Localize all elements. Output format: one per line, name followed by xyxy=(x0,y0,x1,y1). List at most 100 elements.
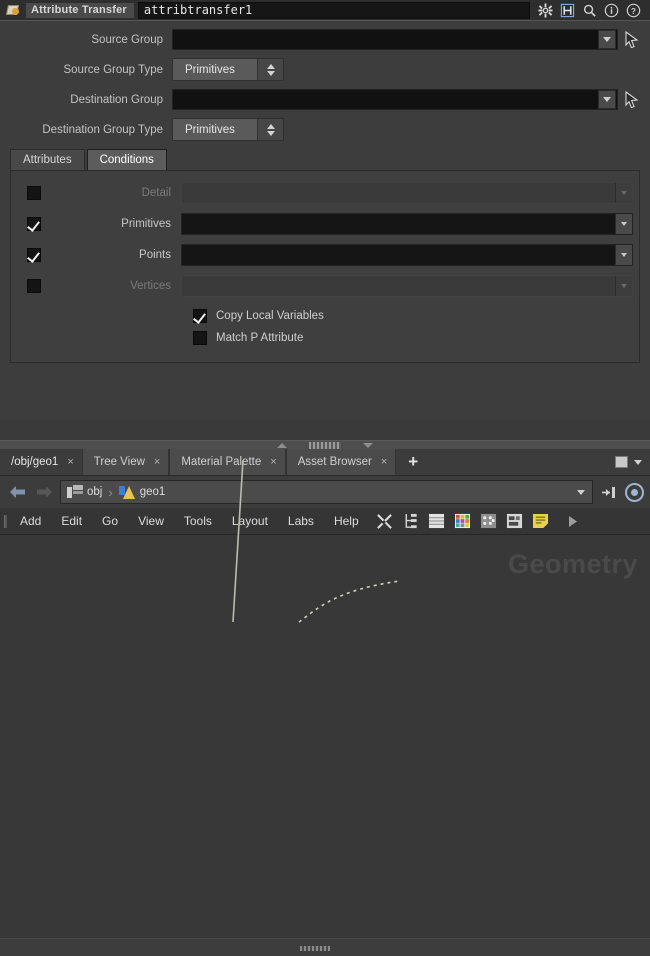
vertex-attributes-menu-button[interactable] xyxy=(615,275,632,296)
source-group-pick-button[interactable] xyxy=(618,31,644,48)
primitives-checkbox[interactable] xyxy=(27,216,41,231)
point-attributes-input[interactable] xyxy=(181,243,633,266)
attribute-label: Primitives xyxy=(121,217,171,230)
close-icon[interactable]: × xyxy=(67,456,73,468)
destination-group-type-value: Primitives xyxy=(185,123,235,136)
layout-icon[interactable] xyxy=(505,512,525,531)
chevron-down-icon[interactable] xyxy=(577,489,585,495)
primitive-attributes-input[interactable] xyxy=(181,212,633,235)
play-icon[interactable] xyxy=(563,512,583,531)
splitter-grip[interactable] xyxy=(309,441,341,449)
pane-layout-icon[interactable] xyxy=(615,456,628,468)
attribute-label: Points xyxy=(139,248,171,261)
list-icon[interactable] xyxy=(427,512,447,531)
collapse-down-icon[interactable] xyxy=(363,442,373,448)
attributes-panel: Detail Primitives Points Vertices Copy L… xyxy=(10,170,640,363)
breadcrumb-segment-geo1[interactable]: geo1 xyxy=(140,486,166,498)
param-label: Destination Group xyxy=(70,93,163,106)
menu-go[interactable]: Go xyxy=(92,514,128,528)
display-options-button[interactable] xyxy=(625,482,644,502)
chevron-down-icon xyxy=(266,70,275,76)
detail-checkbox[interactable] xyxy=(27,185,41,200)
breadcrumb-segment-obj[interactable]: obj xyxy=(87,486,102,498)
notes-icon[interactable] xyxy=(531,512,551,531)
destination-group-value xyxy=(173,90,598,109)
pane-tab-obj-geo1[interactable]: /obj/geo1 × xyxy=(0,449,82,475)
close-icon[interactable]: × xyxy=(154,456,160,468)
param-row-source-group: Source Group xyxy=(6,27,644,52)
status-bar-grip[interactable] xyxy=(300,946,330,951)
point-attributes-menu-button[interactable] xyxy=(615,244,632,265)
collapse-up-icon[interactable] xyxy=(277,442,287,448)
attribute-label: Detail xyxy=(141,186,171,199)
chevron-down-icon xyxy=(603,37,611,42)
navigate-back-button[interactable] xyxy=(6,481,28,503)
network-path-input[interactable]: obj › geo1 xyxy=(60,480,593,504)
pin-pane-button[interactable] xyxy=(598,481,620,503)
menu-edit[interactable]: Edit xyxy=(51,514,92,528)
chevron-down-icon xyxy=(603,97,611,102)
close-icon[interactable]: × xyxy=(270,456,276,468)
menu-add[interactable]: Add xyxy=(10,514,51,528)
source-group-type-menu[interactable]: Primitives xyxy=(172,58,284,81)
color-grid-icon[interactable] xyxy=(453,512,473,531)
tab-conditions[interactable]: Conditions xyxy=(86,149,167,170)
option-row-copy-local-variables: Copy Local Variables xyxy=(17,305,633,327)
points-checkbox[interactable] xyxy=(27,247,41,262)
destination-group-pick-button[interactable] xyxy=(618,91,644,108)
destination-group-type-stepper[interactable] xyxy=(257,119,283,140)
vertex-attributes-input[interactable] xyxy=(181,274,633,297)
param-row-source-group-type: Source Group Type Primitives xyxy=(6,57,644,82)
match-p-attribute-checkbox[interactable] xyxy=(193,331,207,345)
destination-group-input[interactable] xyxy=(172,89,618,110)
chevron-down-icon xyxy=(621,252,627,257)
pane-splitter[interactable] xyxy=(0,440,650,449)
destination-group-type-menu[interactable]: Primitives xyxy=(172,118,284,141)
houdini-h-icon[interactable] xyxy=(558,1,577,19)
add-pane-tab-button[interactable]: + xyxy=(396,449,430,475)
primitive-attributes-menu-button[interactable] xyxy=(615,213,632,234)
source-group-type-stepper[interactable] xyxy=(257,59,283,80)
network-editor-pane: /obj/geo1 × Tree View × Material Palette… xyxy=(0,440,650,956)
search-icon[interactable] xyxy=(580,1,599,19)
option-label: Match P Attribute xyxy=(216,332,304,344)
param-row-destination-group-type: Destination Group Type Primitives xyxy=(6,117,644,142)
close-icon[interactable]: × xyxy=(381,456,387,468)
copy-local-variables-checkbox[interactable] xyxy=(193,309,207,323)
help-icon[interactable]: ? xyxy=(624,1,643,19)
pane-tab-material-palette[interactable]: Material Palette × xyxy=(169,449,286,475)
menu-bar-grip[interactable] xyxy=(0,508,10,534)
pane-tab-asset-browser[interactable]: Asset Browser × xyxy=(285,449,397,475)
gear-icon[interactable] xyxy=(536,1,555,19)
pane-gap xyxy=(0,420,650,440)
navigate-forward-button[interactable] xyxy=(33,481,55,503)
menu-labs[interactable]: Labs xyxy=(278,514,324,528)
attribute-transfer-node-icon xyxy=(5,3,22,18)
info-icon[interactable] xyxy=(602,1,621,19)
node-name-input[interactable]: attribtransfer1 xyxy=(137,1,530,19)
attribute-row-primitives: Primitives xyxy=(17,210,633,237)
pane-tab-label: Asset Browser xyxy=(297,456,372,468)
dots-grid-icon[interactable] xyxy=(479,512,499,531)
detail-attributes-input[interactable] xyxy=(181,181,633,204)
chevron-down-icon[interactable] xyxy=(634,459,642,465)
obj-context-icon xyxy=(67,484,84,500)
source-group-type-value: Primitives xyxy=(185,63,235,76)
tools-icon[interactable] xyxy=(375,512,395,531)
tab-attributes[interactable]: Attributes xyxy=(10,149,85,170)
destination-group-menu-button[interactable] xyxy=(598,90,616,109)
detail-attributes-menu-button[interactable] xyxy=(615,182,632,203)
option-row-match-p-attribute: Match P Attribute xyxy=(17,327,633,349)
hierarchy-icon[interactable] xyxy=(401,512,421,531)
pane-tab-tree-view[interactable]: Tree View × xyxy=(81,449,170,475)
source-group-menu-button[interactable] xyxy=(598,30,616,49)
source-group-input[interactable] xyxy=(172,29,618,50)
menu-tools[interactable]: Tools xyxy=(174,514,222,528)
source-group-value xyxy=(173,30,598,49)
menu-help[interactable]: Help xyxy=(324,514,369,528)
vertices-checkbox[interactable] xyxy=(27,278,41,293)
menu-view[interactable]: View xyxy=(128,514,174,528)
context-watermark: Geometry xyxy=(507,549,638,579)
menu-layout[interactable]: Layout xyxy=(222,514,278,528)
network-canvas[interactable]: Geometry xyxy=(0,535,650,948)
